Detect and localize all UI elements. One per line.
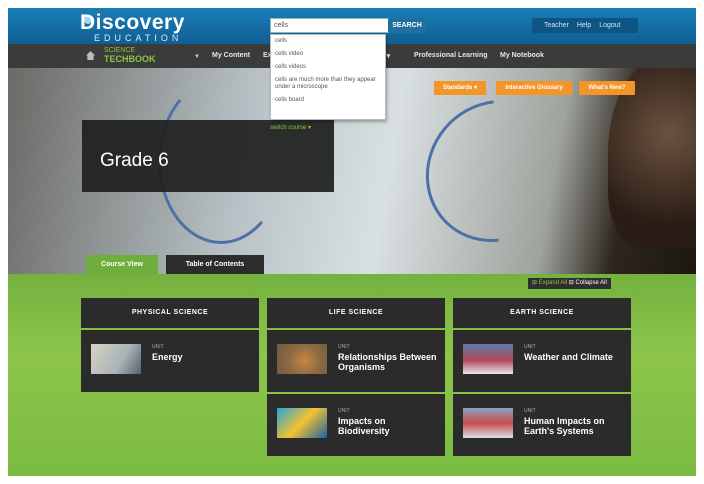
search-button[interactable]: SEARCH [388, 18, 426, 33]
unit-thumbnail [463, 408, 513, 438]
product-small: SCIENCE [104, 47, 136, 54]
teacher-link[interactable]: Teacher [544, 22, 569, 29]
search-input[interactable]: cells [270, 18, 390, 33]
expand-collapse-controls: ⊞ Expand All ⊟ Collapse All [528, 278, 611, 289]
unit-title: Human Impacts on Earth's Systems [524, 416, 605, 436]
logout-link[interactable]: Logout [599, 22, 620, 29]
whats-new-button[interactable]: What's New? [579, 81, 635, 95]
home-icon[interactable] [86, 51, 95, 60]
unit-card[interactable]: UNIT Weather and Climate [453, 330, 631, 392]
switch-course-link[interactable]: switch course ▾ [270, 124, 311, 131]
expand-all-button[interactable]: ⊞ Expand All [532, 280, 567, 286]
unit-label: UNIT [152, 344, 164, 350]
help-link[interactable]: Help [577, 22, 591, 29]
discovery-logo[interactable]: Discovery EDUCATION [80, 12, 185, 43]
column-heading: EARTH SCIENCE [453, 298, 631, 328]
unit-card[interactable]: UNIT Relationships Between Organisms [267, 330, 445, 392]
nav-professional-learning[interactable]: Professional Learning [414, 52, 488, 59]
unit-thumbnail [91, 344, 141, 374]
grade-title: Grade 6 [100, 150, 169, 171]
tab-table-of-contents[interactable]: Table of Contents [166, 255, 264, 274]
column-heading: PHYSICAL SCIENCE [81, 298, 259, 328]
suggestion-item[interactable]: cells [271, 35, 385, 48]
search-suggestions: cells cells video cells videos cells are… [270, 34, 386, 120]
unit-thumbnail [463, 344, 513, 374]
chevron-down-icon[interactable]: ▼ [194, 54, 200, 60]
switch-course-label: switch course [270, 125, 307, 131]
column-heading: LIFE SCIENCE [267, 298, 445, 328]
bonobo-image [608, 68, 696, 248]
suggestion-item[interactable]: cells video [271, 48, 385, 61]
unit-thumbnail [277, 344, 327, 374]
grade-panel: switch course ▾ Grade 6 [82, 120, 334, 192]
interactive-glossary-button[interactable]: Interactive Glossary [496, 81, 572, 95]
suggestion-item[interactable]: cells board [271, 94, 385, 107]
unit-label: UNIT [524, 408, 536, 414]
unit-label: UNIT [338, 344, 350, 350]
user-links: Teacher Help Logout [532, 18, 638, 33]
unit-card[interactable]: UNIT Impacts on Biodiversity [267, 394, 445, 456]
unit-label: UNIT [338, 408, 350, 414]
unit-title: Energy [152, 352, 183, 362]
standards-label: Standards [442, 85, 473, 91]
collapse-all-button[interactable]: ⊟ Collapse All [569, 280, 607, 286]
expand-all-label: Expand All [538, 280, 568, 286]
column-physical-science: PHYSICAL SCIENCE UNIT Energy [81, 298, 259, 394]
column-earth-science: EARTH SCIENCE UNIT Weather and Climate U… [453, 298, 631, 458]
suggestion-item[interactable]: cells videos [271, 61, 385, 74]
unit-title: Weather and Climate [524, 352, 613, 362]
tab-course-view[interactable]: Course View [86, 255, 158, 274]
app-frame: Discovery EDUCATION cells SEARCH Teacher… [8, 8, 696, 476]
branch-decoration [396, 71, 596, 271]
unit-card[interactable]: UNIT Energy [81, 330, 259, 392]
course-content: ⊞ Expand All ⊟ Collapse All PHYSICAL SCI… [8, 274, 696, 476]
unit-title: Impacts on Biodiversity [338, 416, 390, 436]
standards-button[interactable]: Standards ▾ [434, 81, 486, 95]
unit-card[interactable]: UNIT Human Impacts on Earth's Systems [453, 394, 631, 456]
product-switcher[interactable]: SCIENCE TECHBOOK [104, 47, 156, 64]
column-life-science: LIFE SCIENCE UNIT Relationships Between … [267, 298, 445, 458]
unit-thumbnail [277, 408, 327, 438]
unit-label: UNIT [524, 344, 536, 350]
suggestion-item[interactable]: cells are much more than they appear und… [271, 74, 385, 94]
brand-name: Discovery [80, 11, 185, 34]
product-big: TECHBOOK [104, 54, 156, 64]
brand-sub: EDUCATION [94, 33, 183, 43]
collapse-all-label: Collapse All [575, 280, 607, 286]
nav-my-content[interactable]: My Content [212, 52, 250, 59]
nav-my-notebook[interactable]: My Notebook [500, 52, 544, 59]
unit-title: Relationships Between Organisms [338, 352, 437, 372]
